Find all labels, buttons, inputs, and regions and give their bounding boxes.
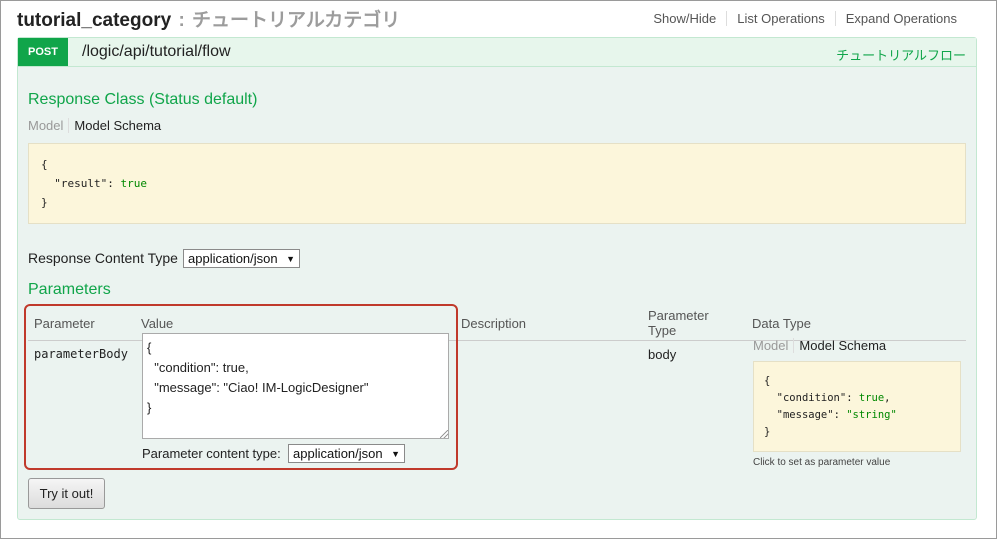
parameter-content-type-label: Parameter content type: [142, 446, 281, 461]
column-description: Description [455, 306, 642, 341]
parameter-body-textarea[interactable]: { "condition": true, "message": "Ciao! I… [142, 333, 449, 439]
dropdown-arrow-icon: ▼ [286, 253, 295, 264]
model-tab[interactable]: Model [753, 338, 795, 353]
operation-panel: POST /logic/api/tutorial/flow チュートリアルフロー… [17, 37, 977, 520]
parameter-content-type-select[interactable]: application/json ▼ [288, 444, 405, 463]
resource-operations: Show/Hide List Operations Expand Operati… [643, 11, 967, 26]
show-hide-link[interactable]: Show/Hide [643, 11, 726, 26]
column-parameter-type: Parameter Type [642, 306, 746, 341]
resource-description: チュートリアルカテゴリ [192, 10, 401, 31]
response-schema-snippet: { "result": true } [28, 143, 966, 224]
heading-separator: : [178, 10, 185, 31]
select-value: application/json [293, 446, 383, 461]
resource-name[interactable]: tutorial_category [17, 10, 171, 31]
click-to-set-hint: Click to set as parameter value [753, 457, 891, 468]
schema-line: "condition": true, [776, 392, 891, 404]
parameters-title: Parameters [28, 281, 111, 298]
resource-heading[interactable]: tutorial_category : チュートリアルカテゴリ [17, 5, 400, 32]
schema-line: } [764, 426, 771, 438]
resource-header: tutorial_category : チュートリアルカテゴリ Show/Hid… [0, 0, 995, 36]
http-method-badge[interactable]: POST [18, 38, 68, 66]
response-class-title: Response Class (Status default) [28, 91, 258, 108]
model-tab[interactable]: Model [28, 118, 70, 133]
select-value: application/json [188, 251, 278, 266]
schema-line: "message": "string" [776, 409, 897, 421]
data-type-model-tabs: Model Model Schema [753, 338, 886, 353]
parameter-type: body [648, 347, 677, 362]
column-data-type: Data Type [746, 306, 966, 341]
expand-operations-link[interactable]: Expand Operations [834, 11, 967, 26]
model-schema-tab[interactable]: Model Schema [69, 118, 161, 133]
model-schema-tab[interactable]: Model Schema [794, 338, 886, 353]
response-model-tabs: Model Model Schema [28, 118, 161, 133]
schema-line: "result": true [54, 177, 147, 190]
data-type-schema-snippet[interactable]: { "condition": true, "message": "string"… [753, 361, 961, 452]
resize-handle-icon[interactable] [440, 430, 448, 438]
response-content-type-select[interactable]: application/json ▼ [183, 249, 300, 268]
dropdown-arrow-icon: ▼ [391, 448, 400, 459]
list-operations-link[interactable]: List Operations [726, 11, 834, 26]
schema-line: { [764, 375, 771, 387]
column-parameter: Parameter [28, 306, 135, 341]
schema-line: { [41, 158, 48, 171]
operation-heading[interactable]: POST /logic/api/tutorial/flow チュートリアルフロー [18, 38, 976, 67]
parameter-description [455, 341, 642, 369]
try-it-out-button[interactable]: Try it out! [28, 478, 105, 509]
operation-summary[interactable]: チュートリアルフロー [836, 45, 966, 64]
parameter-name: parameterBody [34, 347, 128, 361]
response-content-type-label: Response Content Type [28, 250, 178, 266]
operation-path[interactable]: /logic/api/tutorial/flow [82, 43, 231, 61]
schema-line: } [41, 196, 48, 209]
